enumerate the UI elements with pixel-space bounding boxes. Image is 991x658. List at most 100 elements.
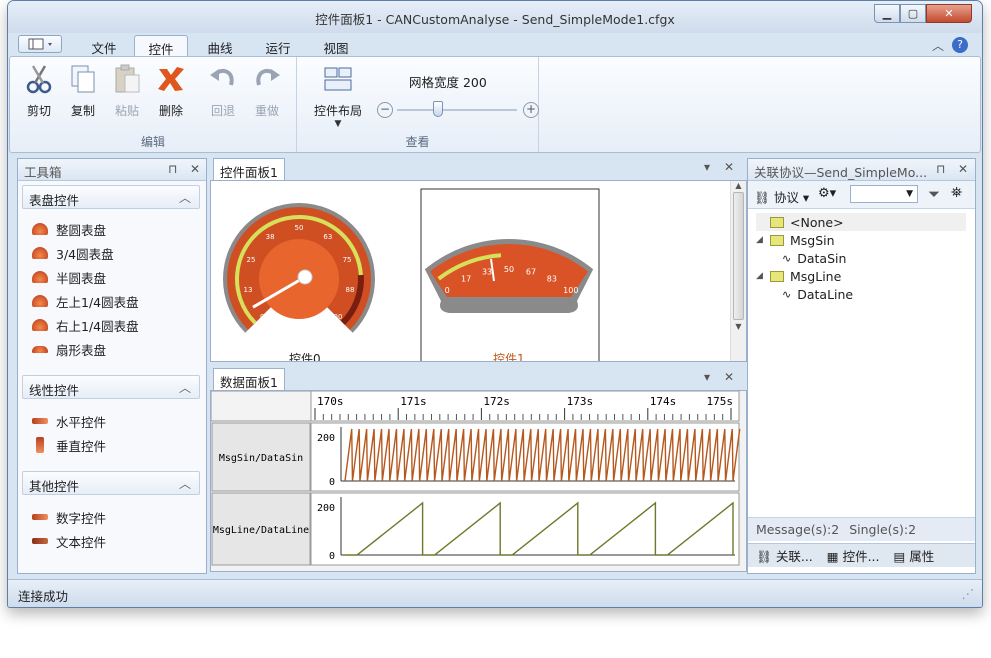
toolbox-item-label: 文本控件 (56, 534, 107, 550)
gauge-0-tick-label: 13 (244, 286, 253, 294)
time-tick-label: 171s (400, 395, 427, 408)
paste-button[interactable]: 粘贴 (106, 61, 148, 121)
grid-width-slider-thumb[interactable] (433, 101, 443, 117)
protocol-stats-bar: Message(s):2 Single(s):2 (748, 517, 975, 541)
tree-item-msgsin[interactable]: ◢ MsgSin (756, 231, 835, 249)
undo-button[interactable]: 回退 (202, 61, 244, 121)
scroll-up-icon[interactable]: ▲ (731, 181, 746, 190)
control-layout-label: 控件布局 (313, 104, 362, 118)
filter-combobox[interactable]: ▼ (850, 185, 918, 203)
tree-item-datasin[interactable]: ∿ DataSin (782, 249, 846, 267)
y-min-label: 0 (329, 551, 335, 562)
gauge-1-tick-label: 17 (461, 274, 471, 283)
toolbox-item-full-dial[interactable]: 整圆表盘 (32, 219, 106, 239)
pin-icon[interactable]: ⊓ (168, 162, 177, 176)
dial-icon (32, 223, 48, 235)
tab-file[interactable]: 文件 (78, 35, 130, 57)
controls-icon: ▦ (826, 549, 839, 564)
close-data-panel-icon[interactable]: ✕ (724, 370, 734, 384)
gauge-0[interactable]: 0 13 25 38 50 63 75 88 100 (223, 203, 375, 333)
dropdown-icon[interactable]: ▾ (704, 160, 710, 174)
tree-item-label: DataSin (797, 250, 847, 266)
tree-item-msgline[interactable]: ◢ MsgLine (756, 267, 841, 285)
tab-properties[interactable]: ▤ 属性 (894, 546, 935, 565)
toolbox-item-sector-dial[interactable]: 扇形表盘 (32, 339, 106, 359)
gauge-0-label: 控件0 (289, 352, 321, 362)
gauge-canvas: 0 13 25 38 50 63 75 88 100 0 17 33 50 67 83 100 (223, 188, 600, 361)
toolbox-item-horizontal[interactable]: 水平控件 (32, 411, 106, 431)
toolbox-item-top-right-quarter-dial[interactable]: 右上1/4圆表盘 (32, 315, 139, 335)
close-toolbox-icon[interactable]: ✕ (190, 162, 200, 176)
tools-icon: ⚙ (818, 186, 830, 201)
zoom-in-button[interactable]: + (523, 102, 539, 118)
control-layout-button[interactable]: 控件布局 ▼ (307, 61, 369, 129)
gauge-1[interactable]: 0 17 33 50 67 83 100 (424, 239, 594, 313)
section-dial-controls[interactable]: 表盘控件 ︿ (22, 185, 200, 209)
tab-curves[interactable]: 曲线 (194, 35, 246, 57)
close-protocol-icon[interactable]: ✕ (958, 162, 968, 176)
time-axis-corner (211, 391, 312, 422)
section-label: 其他控件 (29, 479, 80, 494)
delete-button[interactable]: 删除 (150, 61, 192, 121)
expand-icon[interactable]: ◢ (756, 235, 770, 245)
gauge-0-tick-label: 50 (295, 224, 304, 232)
dropdown-icon[interactable]: ▾ (704, 370, 710, 384)
tree-item-dataline[interactable]: ∿ DataLine (782, 285, 853, 303)
dial-icon (32, 295, 48, 307)
undo-icon (210, 68, 234, 86)
toolbox-item-label: 扇形表盘 (56, 342, 107, 358)
gauge-0-tick-label: 38 (266, 233, 275, 241)
time-tick-label: 172s (483, 395, 510, 408)
tab-controls-list[interactable]: ▦ 控件... (827, 546, 880, 565)
tree-item-none[interactable]: <None> (756, 213, 966, 231)
toolbox-item-text[interactable]: 文本控件 (32, 531, 106, 551)
tree-item-label: DataLine (797, 286, 854, 302)
maximize-button[interactable]: ▢ (900, 4, 926, 23)
signal-icon: ∿ (782, 251, 792, 265)
redo-button[interactable]: 重做 (246, 61, 288, 121)
resize-grip-icon[interactable]: ⋰ (962, 586, 975, 601)
tools-dropdown[interactable]: ⚙▾ (818, 186, 836, 201)
cut-button[interactable]: 剪切 (18, 61, 60, 121)
toolbox-item-numeric[interactable]: 数字控件 (32, 507, 106, 527)
tab-run[interactable]: 运行 (252, 35, 304, 57)
grid-width-slider-track[interactable] (397, 109, 517, 111)
y-max-label: 200 (317, 503, 335, 514)
close-control-panel-icon[interactable]: ✕ (724, 160, 734, 174)
minimize-button[interactable]: ▁ (874, 4, 900, 23)
toolbox-item-label: 垂直控件 (56, 438, 107, 454)
window-title: 控件面板1 - CANCustomAnalyse - Send_SimpleMo… (315, 12, 675, 27)
tab-controls[interactable]: 控件 (134, 35, 188, 57)
delete-icon (158, 67, 184, 91)
toolbox-item-half-dial[interactable]: 半圆表盘 (32, 267, 106, 287)
copy-button[interactable]: 复制 (62, 61, 104, 121)
protocol-dropdown[interactable]: ⛓ 协议 ▾ (754, 187, 809, 206)
tab-control-panel-1[interactable]: 控件面板1 (213, 158, 285, 180)
dial-icon (32, 271, 48, 283)
filter-icon[interactable]: ⏷ (928, 185, 940, 203)
help-icon[interactable]: ? (952, 37, 968, 53)
close-button[interactable]: ✕ (926, 4, 972, 23)
section-other-controls[interactable]: 其他控件 ︿ (22, 471, 200, 495)
toolbox-item-vertical[interactable]: 垂直控件 (32, 435, 106, 455)
scroll-down-icon[interactable]: ▼ (731, 322, 746, 331)
protocol-tree: <None> ◢ MsgSin ∿ DataSin ◢ MsgLine ∿ DataLi… (748, 210, 975, 515)
pin-icon[interactable]: ⊓ (936, 162, 945, 176)
zoom-out-button[interactable]: − (377, 102, 393, 118)
channel-name: MsgLine/DataLine (213, 525, 309, 536)
toolbox-item-three-quarter-dial[interactable]: 3/4圆表盘 (32, 243, 114, 263)
gauge-0-tick-label: 0 (260, 313, 264, 321)
toolbox-item-top-left-quarter-dial[interactable]: 左上1/4圆表盘 (32, 291, 139, 311)
protocol-toolbar: ⛓ 协议 ▾ ⚙▾ ▼ ⏷ ⛯ (748, 181, 975, 209)
time-tick-label: 175s (707, 395, 734, 408)
expand-icon[interactable]: ◢ (756, 271, 770, 281)
section-linear-controls[interactable]: 线性控件 ︿ (22, 375, 200, 399)
tab-relation[interactable]: ⛓ 关联... (756, 546, 813, 565)
scroll-thumb[interactable] (733, 192, 744, 320)
signal-icon: ∿ (782, 287, 792, 301)
collapse-ribbon-icon[interactable]: ︿ (932, 37, 944, 54)
tab-data-panel-1[interactable]: 数据面板1 (213, 368, 285, 390)
binoculars-icon[interactable]: ⛯ (951, 185, 962, 201)
vertical-scrollbar[interactable]: ▲ ▼ (730, 181, 746, 361)
tab-view[interactable]: 视图 (310, 35, 362, 57)
